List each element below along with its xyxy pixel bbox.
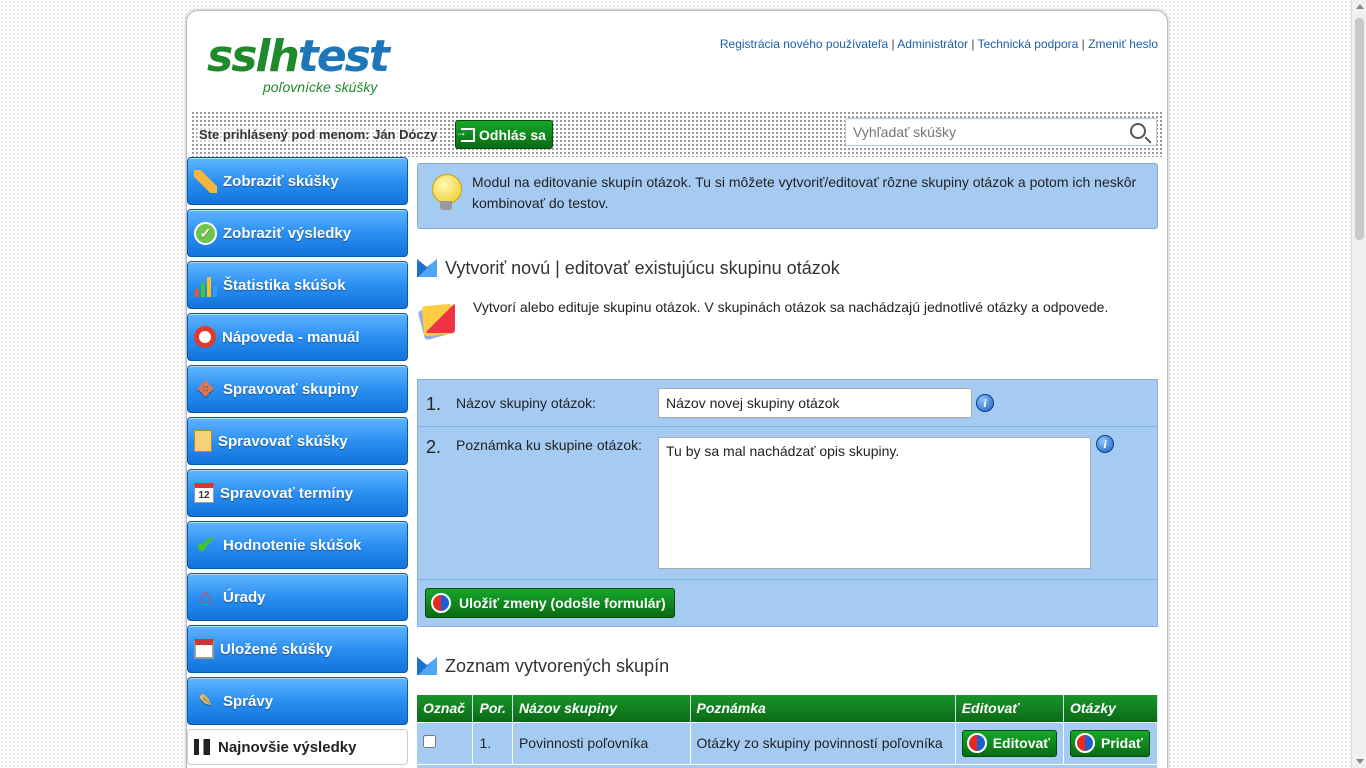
nav-item-manage-exams[interactable]: Spravovať skúšky xyxy=(187,417,408,465)
info-icon[interactable]: i xyxy=(1096,435,1114,453)
nav-item-messages[interactable]: ✎ Správy xyxy=(187,677,408,725)
scrollbar-thumb[interactable] xyxy=(1355,18,1364,240)
logout-icon xyxy=(455,125,475,142)
table-row xyxy=(417,763,1158,768)
table-row: 1. Povinnosti poľovníka Otázky zo skupin… xyxy=(417,721,1159,764)
logo-subtitle: poľovnícke skúšky xyxy=(263,79,378,95)
search-box xyxy=(845,118,1157,146)
row-group-note: Otázky zo skupiny povinností poľovníka xyxy=(690,721,956,764)
col-header-select[interactable]: Označ xyxy=(417,695,474,722)
info-icon[interactable]: i xyxy=(976,394,994,412)
login-status: Ste prihlásený pod menom: Ján Dóczy xyxy=(197,127,440,142)
form-row-submit: Uložiť zmeny (odošle formulár) xyxy=(418,580,1157,626)
scroll-up-arrow-icon[interactable] xyxy=(1356,4,1364,9)
home-icon: ⌂ xyxy=(198,584,213,609)
exam-sheet-icon xyxy=(194,430,212,452)
section-flag-icon xyxy=(417,657,437,675)
row-group-name: Povinnosti poľovníka xyxy=(512,721,691,764)
col-header-order[interactable]: Por. xyxy=(472,695,513,722)
row-number: 1. xyxy=(472,721,513,764)
calendar-icon: 12 xyxy=(194,483,214,503)
page-container: sslhtest poľovnícke skúšky Registrácia n… xyxy=(186,10,1168,768)
search-icon[interactable] xyxy=(1130,123,1146,139)
save-button[interactable]: Uložiť zmeny (odošle formulár) xyxy=(425,588,675,618)
nav-item-show-exams[interactable]: Zobraziť skúšky xyxy=(187,157,408,205)
groups-table: Označ Por. Názov skupiny Poznámka Editov… xyxy=(417,695,1159,768)
sidebar-nav: Zobraziť skúšky ✓ Zobraziť výsledky Štat… xyxy=(187,157,409,765)
top-links: Registrácia nového používateľa | Adminis… xyxy=(719,37,1158,51)
group-note-textarea[interactable]: Tu by sa mal nachádzať opis skupiny. xyxy=(658,437,1091,569)
lifebuoy-icon xyxy=(194,326,216,348)
support-link[interactable]: Technická podpora xyxy=(978,37,1079,51)
section-title-create-edit: Vytvoriť novú | editovať existujúcu skup… xyxy=(417,257,1158,279)
check-circle-icon: ✓ xyxy=(194,221,217,245)
form-row-name: 1. Názov skupiny otázok: i xyxy=(418,380,1157,427)
nav-item-help-manual[interactable]: Nápoveda - manuál xyxy=(187,313,408,361)
section-description: Vytvorí alebo edituje skupinu otázok. V … xyxy=(417,297,1158,357)
add-round-icon xyxy=(1074,733,1095,753)
site-logo[interactable]: sslhtest poľovnícke skúšky xyxy=(207,35,390,96)
colored-sheets-icon xyxy=(417,297,459,341)
nav-item-show-results[interactable]: ✓ Zobraziť výsledky xyxy=(187,209,408,257)
form-row-note: 2. Poznámka ku skupine otázok: Tu by sa … xyxy=(418,427,1157,580)
group-form: 1. Názov skupiny otázok: i 2. Poznámka k… xyxy=(417,379,1158,627)
edit-round-icon xyxy=(966,733,987,753)
section-flag-icon xyxy=(417,259,437,277)
checkmark-icon: ✔ xyxy=(195,531,216,559)
pencil-icon xyxy=(194,169,217,193)
page-scrollbar[interactable] xyxy=(1351,0,1366,768)
nav-item-offices[interactable]: ⌂ Úrady xyxy=(187,573,408,621)
nav-item-exam-evaluation[interactable]: ✔ Hodnotenie skúšok xyxy=(187,521,408,569)
info-box: Modul na editovanie skupín otázok. Tu si… xyxy=(417,163,1158,229)
floppy-disk-icon xyxy=(194,639,214,659)
edit-button[interactable]: Editovať xyxy=(961,729,1057,757)
lightbulb-icon xyxy=(430,174,462,214)
row-select-checkbox[interactable] xyxy=(423,735,436,748)
table-header-row: Označ Por. Názov skupiny Poznámka Editov… xyxy=(417,695,1159,722)
messages-icon: ✎ xyxy=(198,693,213,710)
groups-icon: ✥ xyxy=(197,378,214,401)
bar-chart-icon xyxy=(194,274,217,297)
scroll-down-arrow-icon[interactable] xyxy=(1356,759,1364,764)
change-password-link[interactable]: Zmeniť heslo xyxy=(1088,37,1158,51)
col-header-edit[interactable]: Editovať xyxy=(955,695,1064,722)
results-icon xyxy=(194,739,210,755)
add-questions-button[interactable]: Pridať xyxy=(1069,729,1150,757)
col-header-questions[interactable]: Otázky xyxy=(1063,695,1159,722)
main-content: Modul na editovanie skupín otázok. Tu si… xyxy=(417,163,1159,768)
latest-results-header[interactable]: Najnovšie výsledky xyxy=(187,729,408,765)
nav-item-saved-exams[interactable]: Uložené skúšky xyxy=(187,625,408,673)
nav-item-manage-terms[interactable]: 12 Spravovať termíny xyxy=(187,469,408,517)
col-header-note[interactable]: Poznámka xyxy=(690,695,956,722)
search-input[interactable] xyxy=(846,119,1116,145)
col-header-name[interactable]: Názov skupiny xyxy=(512,695,691,722)
register-link[interactable]: Registrácia nového používateľa xyxy=(720,37,888,51)
nav-item-manage-groups[interactable]: ✥ Spravovať skupiny xyxy=(187,365,408,413)
group-name-input[interactable] xyxy=(658,388,972,418)
save-round-icon xyxy=(431,593,451,613)
nav-item-statistics[interactable]: Štatistika skúšok xyxy=(187,261,408,309)
admin-link[interactable]: Administrátor xyxy=(897,37,968,51)
section-title-group-list: Zoznam vytvorených skupín xyxy=(417,655,1158,677)
logout-button[interactable]: Odhlás sa xyxy=(455,120,553,149)
